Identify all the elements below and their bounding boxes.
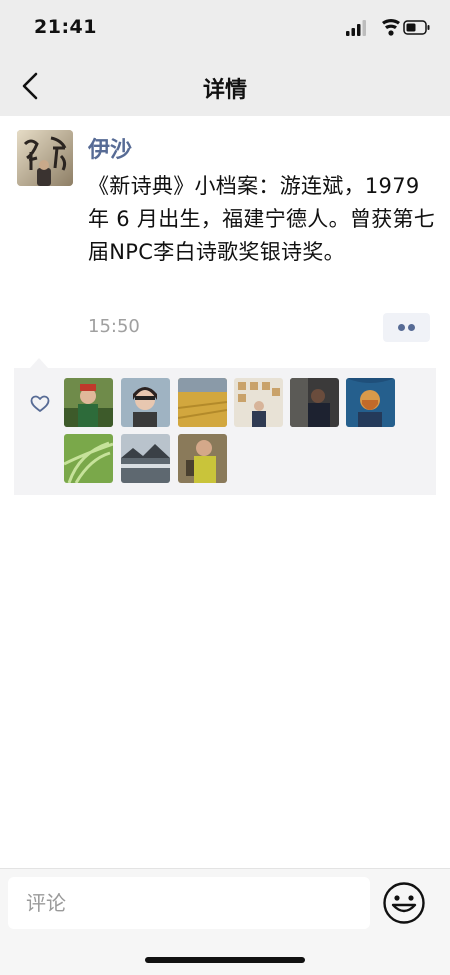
- liker-avatar[interactable]: [178, 378, 227, 427]
- liker-avatar[interactable]: [64, 434, 113, 483]
- post-text: 《新诗典》小档案：游连斌，1979 年 6 月出生，福建宁德人。曾获第七届NPC…: [88, 174, 436, 264]
- comment-input[interactable]: [8, 877, 370, 929]
- liker-avatar[interactable]: [234, 378, 283, 427]
- status-time: 21:41: [34, 16, 97, 38]
- wifi-icon: [382, 19, 400, 36]
- battery-icon: [403, 20, 430, 35]
- comment-bar: [0, 868, 450, 975]
- likes-arrow: [30, 358, 48, 368]
- home-indicator[interactable]: [145, 957, 305, 963]
- ellipsis-icon: [408, 324, 415, 331]
- author-name[interactable]: 伊沙: [88, 132, 132, 164]
- liker-avatar[interactable]: [121, 434, 170, 483]
- liker-avatar[interactable]: [64, 378, 113, 427]
- author-avatar[interactable]: [17, 130, 73, 186]
- signal-icon: [346, 20, 366, 36]
- page-title: 详情: [202, 78, 247, 103]
- liker-avatar[interactable]: [121, 378, 170, 427]
- avatar-image: [17, 130, 73, 186]
- liker-avatar[interactable]: [290, 378, 339, 427]
- more-button[interactable]: [383, 313, 430, 342]
- post-time: 15:50: [88, 316, 140, 337]
- liker-avatar[interactable]: [178, 434, 227, 483]
- ellipsis-icon: [398, 324, 405, 331]
- heart-icon: [30, 395, 50, 412]
- likes-panel: [14, 368, 436, 495]
- emoji-icon[interactable]: [382, 881, 426, 925]
- status-icons: [346, 19, 430, 36]
- top-bar: 21:41 详情: [0, 0, 450, 116]
- liker-avatar[interactable]: [346, 378, 395, 427]
